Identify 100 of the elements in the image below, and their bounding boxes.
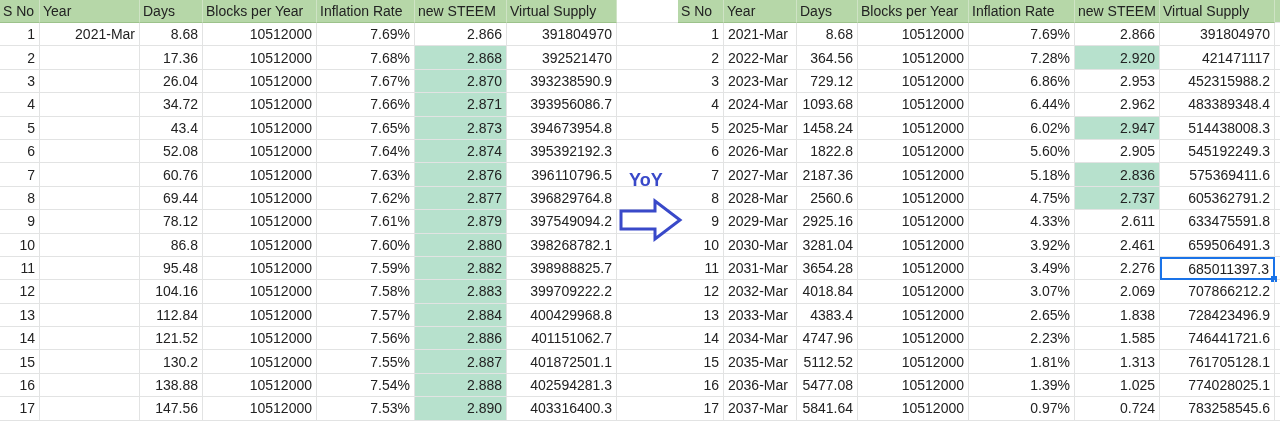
table-cell: 2026-Mar	[724, 139, 797, 164]
table-cell: 10512000	[858, 186, 969, 211]
table-cell: 15	[678, 350, 724, 374]
table-cell: 2.962	[1075, 93, 1160, 117]
table-cell: 130.2	[140, 350, 203, 374]
table-cell: 2.947	[1075, 116, 1160, 140]
table-cell: 2037-Mar	[724, 397, 797, 421]
table-cell: 2560.6	[797, 186, 858, 211]
table-cell: 4.33%	[969, 210, 1075, 234]
table-cell: 17	[678, 397, 724, 421]
table-cell: 2033-Mar	[724, 303, 797, 328]
table-cell: 60.76	[140, 163, 203, 187]
table-cell: 10512000	[858, 23, 969, 47]
table-cell: 2023-Mar	[724, 69, 797, 94]
table-cell: 2030-Mar	[724, 233, 797, 257]
table-cell: 394673954.8	[507, 116, 617, 140]
table-cell: 2925.16	[797, 210, 858, 234]
table-cell: 2.882	[415, 256, 507, 281]
table-cell: 1458.24	[797, 116, 858, 140]
column-header: Inflation Rate	[317, 0, 415, 23]
column-header: Virtual Supply	[507, 0, 617, 23]
table-cell: 6	[0, 139, 40, 164]
table-cell: 2.870	[415, 69, 507, 94]
table-cell: 5477.08	[797, 373, 858, 398]
table-cell: 9	[0, 210, 40, 234]
table-cell: 2.953	[1075, 69, 1160, 94]
table-cell: 10512000	[203, 139, 317, 164]
table-cell: 2029-Mar	[724, 210, 797, 234]
table-cell: 1822.8	[797, 139, 858, 164]
table-cell: 16	[0, 373, 40, 398]
table-cell: 9	[678, 210, 724, 234]
table-cell: 2032-Mar	[724, 280, 797, 304]
table-cell: 403316400.3	[507, 397, 617, 421]
table-cell: 10512000	[858, 139, 969, 164]
table-cell: 2028-Mar	[724, 186, 797, 211]
table-cell: 34.72	[140, 93, 203, 117]
table-cell: 2.877	[415, 186, 507, 211]
table-cell: 2.871	[415, 93, 507, 117]
table-cell: 6.44%	[969, 93, 1075, 117]
table-cell: 10512000	[203, 280, 317, 304]
table-cell: 2.879	[415, 210, 507, 234]
table-cell: 3	[678, 69, 724, 94]
table-cell: 2.868	[415, 46, 507, 70]
column-header: Blocks per Year	[858, 0, 969, 23]
table-cell: 2.876	[415, 163, 507, 187]
table-cell: 2	[0, 46, 40, 70]
table-cell: 4	[678, 93, 724, 117]
table-cell: 10512000	[858, 69, 969, 94]
table-cell: 1.39%	[969, 373, 1075, 398]
table-cell: 2.23%	[969, 327, 1075, 351]
table-cell: 545192249.3	[1160, 139, 1275, 164]
column-header: Blocks per Year	[203, 0, 317, 23]
table-cell: 398268782.1	[507, 233, 617, 257]
table-cell: 10512000	[858, 397, 969, 421]
table-cell: 13	[0, 303, 40, 328]
table-cell: 26.04	[140, 69, 203, 94]
table-cell: 2.873	[415, 116, 507, 140]
table-cell: 399709222.2	[507, 280, 617, 304]
table-cell: 10512000	[203, 186, 317, 211]
table-cell: 10512000	[203, 93, 317, 117]
table-cell: 5	[0, 116, 40, 140]
table-cell: 2187.36	[797, 163, 858, 187]
table-cell: 633475591.8	[1160, 210, 1275, 234]
table-cell: 2022-Mar	[724, 46, 797, 70]
table-cell: 12	[0, 280, 40, 304]
table-cell: 10512000	[858, 280, 969, 304]
table-cell: 1	[678, 23, 724, 47]
table-cell: 7	[0, 163, 40, 187]
table-cell: 401151062.7	[507, 327, 617, 351]
table-cell: 10512000	[858, 116, 969, 140]
table-cell: 10512000	[203, 233, 317, 257]
table-cell: 1.025	[1075, 373, 1160, 398]
table-cell: 2025-Mar	[724, 116, 797, 140]
table-cell: 393956086.7	[507, 93, 617, 117]
table-cell: 2027-Mar	[724, 163, 797, 187]
table-cell: 10512000	[203, 303, 317, 328]
table-cell: 392521470	[507, 46, 617, 70]
table-cell: 10512000	[203, 163, 317, 187]
table-cell: 2036-Mar	[724, 373, 797, 398]
table-cell: 2.276	[1075, 256, 1160, 281]
table-cell: 10512000	[858, 46, 969, 70]
table-cell: 783258545.6	[1160, 397, 1275, 421]
table-cell: 5	[678, 116, 724, 140]
table-cell: 5841.64	[797, 397, 858, 421]
table-cell: 10512000	[858, 256, 969, 281]
table-cell: 10512000	[858, 373, 969, 398]
table-cell: 10512000	[858, 233, 969, 257]
column-header: Inflation Rate	[969, 0, 1075, 23]
table-cell: 104.16	[140, 280, 203, 304]
table-cell: 2.874	[415, 139, 507, 164]
table-cell: 1.313	[1075, 350, 1160, 374]
table-cell: 15	[0, 350, 40, 374]
table-cell: 17.36	[140, 46, 203, 70]
table-cell: 2.890	[415, 397, 507, 421]
right-arrow-icon	[619, 198, 683, 242]
table-cell: 10512000	[858, 163, 969, 187]
table-cell: 393238590.9	[507, 69, 617, 94]
column-header: new STEEM	[415, 0, 507, 23]
table-cell: 2.884	[415, 303, 507, 328]
table-cell: 13	[678, 303, 724, 328]
